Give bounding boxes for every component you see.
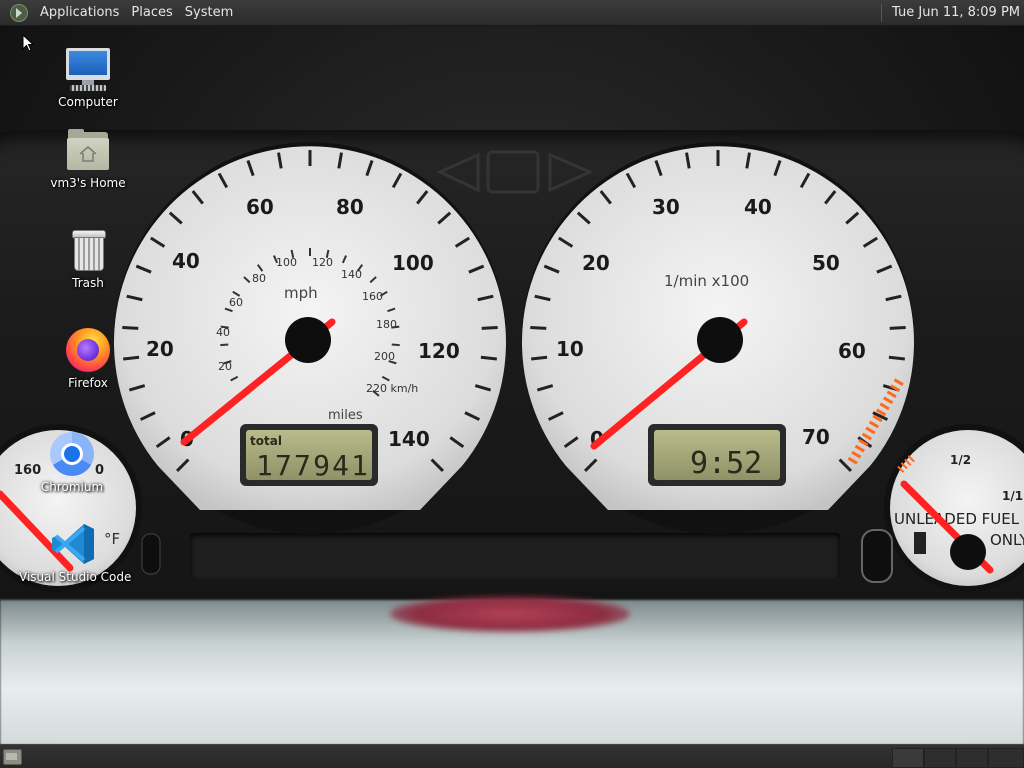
desktop-icon-label: vm3's Home	[50, 176, 126, 190]
desktop-icon-vscode[interactable]: Visual Studio Code	[19, 520, 132, 585]
workspace-switcher-2[interactable]	[924, 748, 956, 768]
workspace-switcher-1[interactable]	[892, 748, 924, 768]
tach-label-20: 20	[582, 251, 610, 275]
tach-tick	[531, 355, 548, 361]
speedo-inner-160: 160	[362, 290, 383, 303]
chromium-icon	[48, 430, 96, 478]
speedo-label-100: 100	[392, 251, 434, 275]
fuel-text-1: UNLEADED FUEL	[894, 510, 1020, 528]
workspace-switcher-4[interactable]	[988, 748, 1024, 768]
bottom-panel	[0, 744, 1024, 768]
tach-label-30: 30	[652, 195, 680, 219]
fuel-pump-icon	[914, 532, 926, 554]
home-folder-icon	[64, 126, 112, 174]
top-panel: Applications Places System Tue Jun 11, 8…	[0, 0, 1024, 26]
show-desktop-icon[interactable]	[3, 749, 22, 765]
tach-hub	[697, 317, 743, 363]
fuel-gauge: 1/2 1/1 UNLEADED FUEL ONLY	[884, 424, 1024, 592]
tach-tick	[888, 355, 905, 361]
desktop-icon-chromium[interactable]: Chromium	[17, 430, 127, 495]
desktop-icon-label: Chromium	[40, 480, 104, 494]
speedo-inner-unit: 220 km/h	[366, 382, 418, 395]
menu-applications[interactable]: Applications	[34, 0, 125, 25]
top-panel-right: Tue Jun 11, 8:09 PM	[881, 0, 1024, 25]
computer-icon	[64, 45, 112, 93]
speedo-label-20: 20	[146, 337, 174, 361]
fuel-full: 1/1	[1002, 489, 1023, 503]
speedo-tick	[481, 325, 498, 330]
firefox-icon	[64, 326, 112, 374]
tach-label-40: 40	[744, 195, 772, 219]
speedo-inner-180: 180	[376, 318, 397, 331]
wallpaper-turn-indicators	[436, 150, 594, 194]
speedo-inner-200: 200	[374, 350, 395, 363]
panel-clock[interactable]: Tue Jun 11, 8:09 PM	[892, 5, 1024, 20]
desktop-icon-label: Firefox	[68, 376, 108, 390]
speedo-inner-tick	[391, 343, 400, 347]
tachometer: 0 10 20 30 40 50 60 70 1/min x100 9:52	[522, 142, 914, 534]
speedo-inner-140: 140	[341, 268, 362, 281]
tach-tick	[889, 325, 906, 330]
speedo-label-40: 40	[172, 249, 200, 273]
desktop-icon-label: Trash	[72, 276, 104, 290]
desktop: 0 20 40 60 80 100 120 140 20 40 60 80 10…	[0, 0, 1024, 768]
clock-lcd-value: 9:52	[690, 446, 762, 481]
fuel-half: 1/2	[950, 453, 971, 467]
desktop-icon-trash[interactable]: Trash	[33, 226, 143, 291]
speedo-hub	[285, 317, 331, 363]
vscode-icon	[50, 520, 98, 568]
speedo-inner-100: 100	[276, 256, 297, 269]
speedo-inner-tick	[220, 343, 229, 347]
panel-separator	[881, 3, 883, 22]
speedo-tick	[480, 355, 497, 361]
trash-icon	[64, 226, 112, 274]
tach-label-50: 50	[812, 251, 840, 275]
speedometer: 0 20 40 60 80 100 120 140 20 40 60 80 10…	[113, 142, 506, 534]
desktop-icon-label: Visual Studio Code	[19, 570, 132, 584]
speedo-label-120: 120	[418, 339, 460, 363]
speedo-inner-120: 120	[312, 256, 333, 269]
desktop-icon-computer[interactable]: Computer	[33, 45, 143, 110]
wallpaper-gauges: 0 20 40 60 80 100 120 140 20 40 60 80 10…	[0, 142, 1024, 592]
speedo-unit: mph	[284, 284, 318, 302]
tach-tick	[530, 325, 547, 330]
desktop-icon-home[interactable]: vm3's Home	[33, 126, 143, 191]
speedo-label-80: 80	[336, 195, 364, 219]
workspace-switcher-3[interactable]	[956, 748, 988, 768]
desktop-icon-firefox[interactable]: Firefox	[33, 326, 143, 391]
odometer-label: total	[250, 434, 282, 448]
speedo-inner-20: 20	[218, 360, 232, 373]
distro-menu-icon[interactable]	[10, 3, 28, 22]
tach-label-70: 70	[802, 425, 830, 449]
menu-system[interactable]: System	[179, 0, 239, 25]
speedo-label-60: 60	[246, 195, 274, 219]
desktop-icon-label: Computer	[58, 95, 118, 109]
menu-places[interactable]: Places	[125, 0, 178, 25]
tach-label-10: 10	[556, 337, 584, 361]
dash-knob-right	[861, 529, 893, 583]
fuel-text-2: ONLY	[990, 531, 1024, 549]
speedo-inner-80: 80	[252, 272, 266, 285]
speedo-inner-40: 40	[216, 326, 230, 339]
speedo-inner-60: 60	[229, 296, 243, 309]
speedo-odo-unit: miles	[328, 408, 363, 423]
dash-knob-left	[141, 533, 161, 575]
speedo-label-140: 140	[388, 427, 430, 451]
tach-label-60: 60	[838, 339, 866, 363]
mouse-cursor-icon	[22, 34, 34, 52]
tach-unit: 1/min x100	[664, 272, 749, 290]
